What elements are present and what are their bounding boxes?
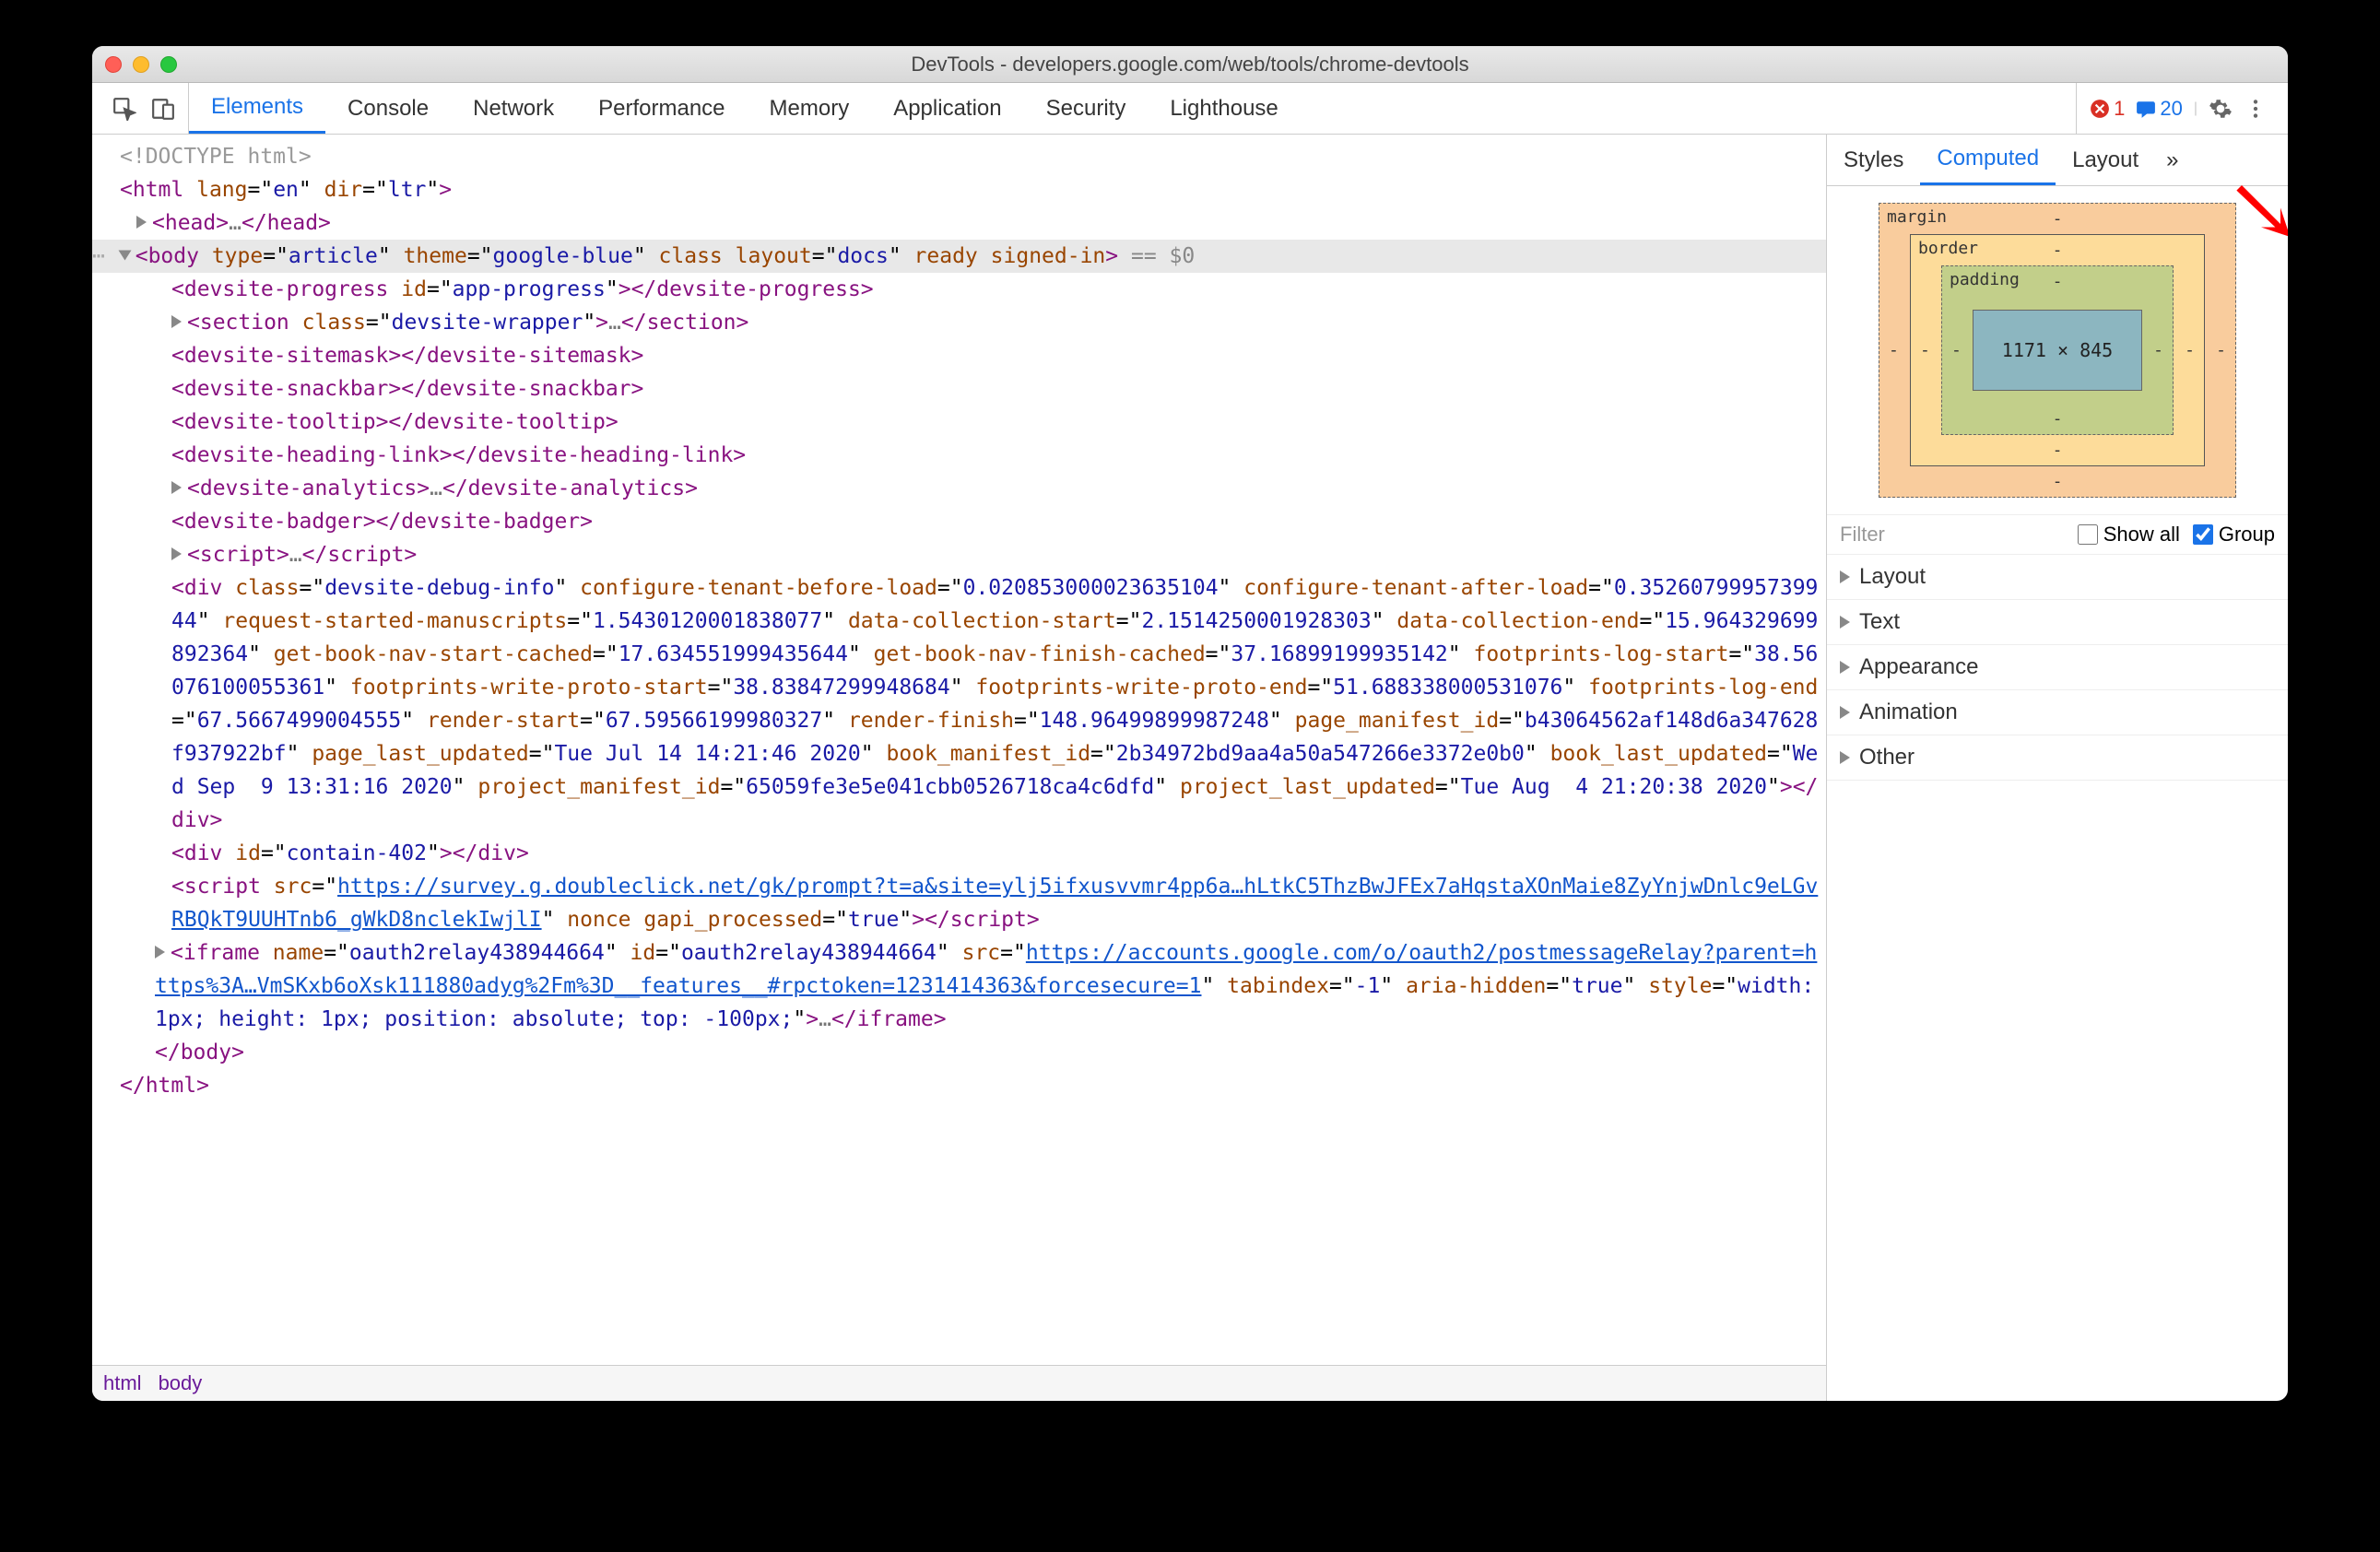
- computed-sections: LayoutTextAppearanceAnimationOther: [1827, 555, 2288, 1401]
- computed-section-animation[interactable]: Animation: [1827, 690, 2288, 735]
- show-all-checkbox[interactable]: Show all: [2078, 523, 2180, 547]
- callout-arrow-icon: [2229, 179, 2288, 243]
- tab-security[interactable]: Security: [1024, 83, 1149, 134]
- tab-network[interactable]: Network: [451, 83, 576, 134]
- group-label: Group: [2219, 523, 2275, 547]
- boxmodel-border-label: border: [1918, 239, 1978, 258]
- show-all-label: Show all: [2103, 523, 2180, 547]
- computed-section-text[interactable]: Text: [1827, 600, 2288, 645]
- side-tab-more-icon[interactable]: »: [2155, 135, 2189, 185]
- breadcrumb[interactable]: html body: [92, 1365, 1826, 1401]
- computed-section-appearance[interactable]: Appearance: [1827, 645, 2288, 690]
- tab-application[interactable]: Application: [871, 83, 1023, 134]
- tab-elements[interactable]: Elements: [189, 83, 325, 134]
- tab-memory[interactable]: Memory: [748, 83, 872, 134]
- box-model-diagram[interactable]: margin - - - - border - - - - padding -: [1827, 186, 2288, 514]
- breadcrumb-item[interactable]: body: [159, 1371, 203, 1395]
- boxmodel-margin-label: margin: [1887, 207, 1947, 227]
- main-tab-strip: ElementsConsoleNetworkPerformanceMemoryA…: [189, 83, 2076, 134]
- inspect-element-icon[interactable]: [112, 97, 136, 121]
- devtools-window: DevTools - developers.google.com/web/too…: [92, 46, 2288, 1401]
- device-toggle-icon[interactable]: [151, 97, 175, 121]
- error-count: 1: [2114, 97, 2125, 121]
- side-tab-strip: StylesComputedLayout»: [1827, 135, 2288, 186]
- breadcrumb-item[interactable]: html: [103, 1371, 142, 1395]
- error-count-badge[interactable]: 1: [2090, 97, 2125, 121]
- filter-input[interactable]: Filter: [1840, 523, 1885, 547]
- elements-panel: <!DOCTYPE html><html lang="en" dir="ltr"…: [92, 135, 1827, 1401]
- group-checkbox[interactable]: Group: [2193, 523, 2275, 547]
- styles-sidebar: StylesComputedLayout» margin - - - - bor…: [1827, 135, 2288, 1401]
- kebab-menu-icon[interactable]: [2244, 97, 2268, 121]
- side-tab-layout[interactable]: Layout: [2056, 135, 2155, 185]
- tab-console[interactable]: Console: [325, 83, 451, 134]
- side-tab-computed[interactable]: Computed: [1920, 135, 2056, 185]
- message-count-badge[interactable]: 20: [2136, 97, 2182, 121]
- main-toolbar: ElementsConsoleNetworkPerformanceMemoryA…: [92, 83, 2288, 135]
- boxmodel-padding-label: padding: [1950, 270, 2020, 289]
- message-count: 20: [2160, 97, 2182, 121]
- window-title: DevTools - developers.google.com/web/too…: [92, 53, 2288, 76]
- tab-lighthouse[interactable]: Lighthouse: [1148, 83, 1300, 134]
- window-titlebar[interactable]: DevTools - developers.google.com/web/too…: [92, 46, 2288, 83]
- computed-section-other[interactable]: Other: [1827, 735, 2288, 781]
- computed-filter-row: Filter Show all Group: [1827, 514, 2288, 555]
- gear-icon[interactable]: [2209, 97, 2233, 121]
- side-tab-styles[interactable]: Styles: [1827, 135, 1920, 185]
- tab-performance[interactable]: Performance: [576, 83, 747, 134]
- dom-tree[interactable]: <!DOCTYPE html><html lang="en" dir="ltr"…: [92, 135, 1826, 1365]
- computed-section-layout[interactable]: Layout: [1827, 555, 2288, 600]
- boxmodel-content-size: 1171 × 845: [1973, 310, 2142, 391]
